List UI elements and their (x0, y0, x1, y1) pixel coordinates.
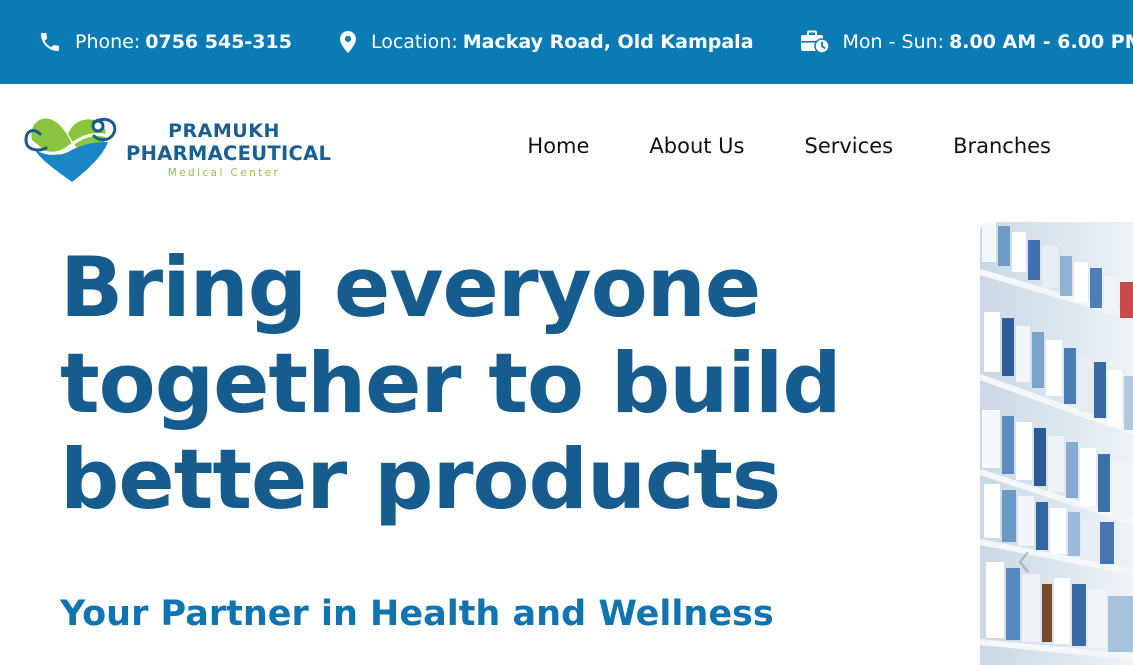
nav-services[interactable]: Services (805, 134, 894, 158)
map-pin-icon (339, 31, 356, 53)
main-nav: Home About Us Services Branches (527, 134, 1051, 158)
brand-name: PRAMUKH PHARMACEUTICAL Medical Center (126, 120, 332, 180)
phone-label: Phone: (75, 31, 141, 53)
phone-icon (41, 33, 59, 51)
hero-subtitle: Your Partner in Health and Wellness (60, 594, 774, 634)
brand-name-line1: PRAMUKH (168, 120, 280, 142)
phone-number[interactable]: 0756 545-315 (145, 31, 292, 53)
hours-label: Mon - Sun: (842, 31, 945, 53)
pharmacy-shelves-image (980, 222, 1133, 665)
nav-home[interactable]: Home (527, 134, 589, 158)
location-info[interactable]: Location: Mackay Road, Old Kampala (338, 30, 754, 54)
top-info-bar: Phone: 0756 545-315 Location: Mackay Roa… (0, 0, 1133, 84)
nav-branches[interactable]: Branches (953, 134, 1051, 158)
site-header: PRAMUKH PHARMACEUTICAL Medical Center Ho… (0, 84, 1133, 214)
phone-info[interactable]: Phone: 0756 545-315 (38, 30, 292, 54)
pharmacy-shelves-illustration (980, 222, 1133, 665)
briefcase-clock-icon (800, 30, 830, 54)
brand-name-line2: PHARMACEUTICAL (126, 142, 332, 165)
hours-info: Mon - Sun: 8.00 AM - 6.00 PM (800, 30, 1133, 54)
location-value: Mackay Road, Old Kampala (462, 31, 754, 53)
location-label: Location: (370, 31, 458, 53)
nav-about-us[interactable]: About Us (649, 134, 744, 158)
hours-value: 8.00 AM - 6.00 PM (949, 31, 1133, 53)
heart-stethoscope-logo-icon (24, 117, 117, 182)
hero-title: Bring everyone together to build better … (60, 239, 842, 528)
brand-tagline: Medical Center (167, 167, 281, 179)
brand-logo[interactable]: PRAMUKH PHARMACEUTICAL Medical Center (24, 114, 332, 186)
